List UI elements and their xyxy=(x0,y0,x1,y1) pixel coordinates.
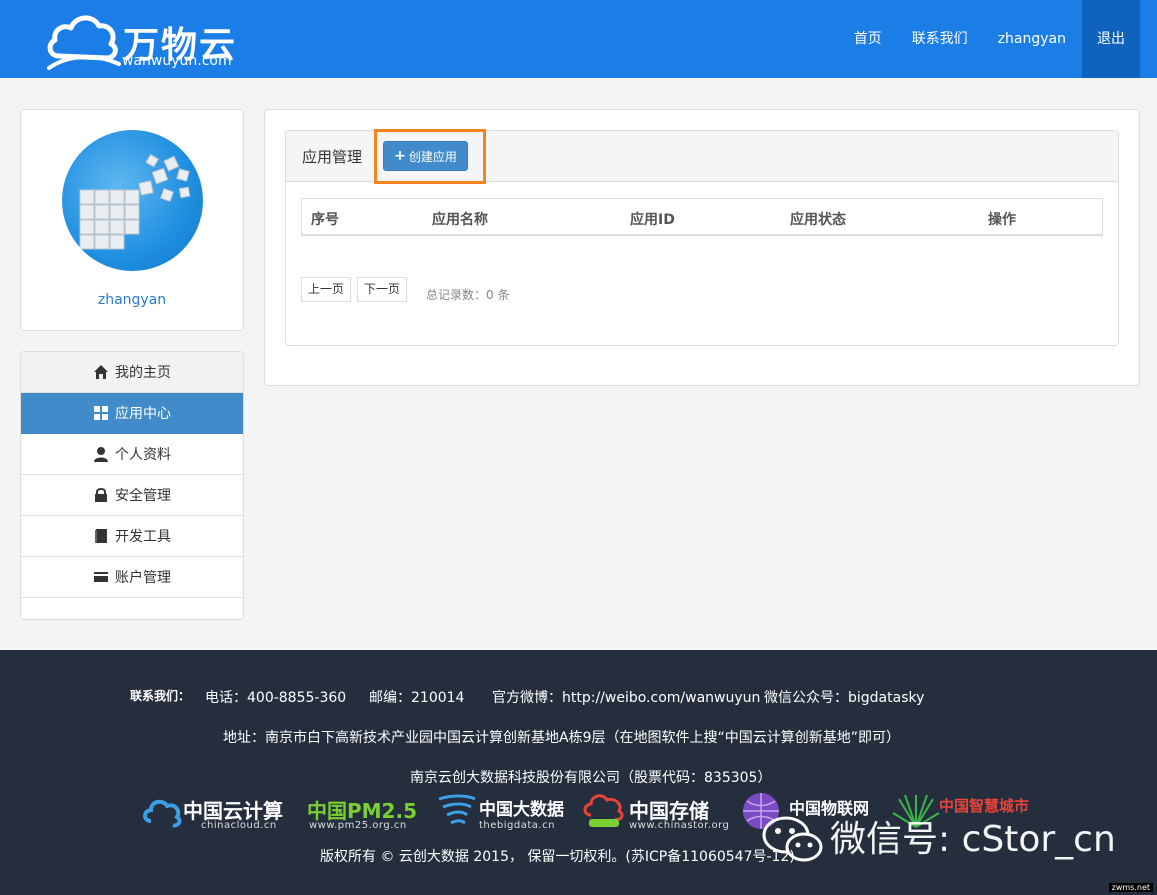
sidebar-item-label: 安全管理 xyxy=(115,488,171,504)
col-index: 序号 xyxy=(311,212,339,228)
apps-table-header: 序号 应用名称 应用ID 应用状态 操作 xyxy=(301,198,1103,236)
footer-company: 南京云创大数据科技股份有限公司（股票代码：835305） xyxy=(410,770,772,786)
nav-user[interactable]: zhangyan xyxy=(983,0,1081,78)
corner-watermark: zwms.net xyxy=(1108,883,1153,892)
cloud-logo-icon xyxy=(47,15,121,70)
panel-title: 应用管理 xyxy=(302,148,363,166)
app-management-panel: 应用管理 + 创建应用 序号 应用名称 应用ID 应用状态 操作 上一页 下一页… xyxy=(285,129,1119,346)
sidebar-item-profile[interactable]: 个人资料 xyxy=(21,434,243,475)
footer-address: 地址：南京市白下高新技术产业园中国云计算创新基地A栋9层（在地图软件上搜“中国云… xyxy=(223,730,900,746)
cloud-icon xyxy=(143,799,182,828)
logo-chinastor[interactable]: 中国存储 www.chinastor.org xyxy=(583,791,733,837)
footer-copyright: 版权所有 © 云创大数据 2015， 保留一切权利。(苏ICP备11060547… xyxy=(320,849,795,865)
logout-button[interactable]: 退出 xyxy=(1082,0,1140,78)
panel-header: 应用管理 + 创建应用 xyxy=(286,129,1118,184)
logo[interactable]: 万物云 wanwuyun.com xyxy=(45,10,245,72)
logo-domain: wanwuyun.com xyxy=(122,53,232,69)
storage-cloud-icon xyxy=(583,794,624,827)
sidebar-item-home[interactable]: 我的主页 xyxy=(21,352,243,393)
logo-bigdata[interactable]: 中国大数据 thebigdata.cn xyxy=(437,791,577,837)
card-icon xyxy=(93,569,109,585)
sidebar-item-label: 我的主页 xyxy=(115,365,171,381)
home-icon xyxy=(93,364,109,380)
user-icon xyxy=(93,446,109,462)
next-page-button[interactable]: 下一页 xyxy=(357,277,407,302)
swirl-icon xyxy=(438,794,476,825)
col-app-status: 应用状态 xyxy=(790,212,846,228)
col-actions: 操作 xyxy=(988,212,1016,228)
wechat-watermark: 微信号: cStor_cn xyxy=(830,819,1116,860)
col-app-name: 应用名称 xyxy=(432,212,488,228)
sidebar-item-dev-tools[interactable]: 开发工具 xyxy=(21,516,243,557)
grid-icon xyxy=(93,405,109,421)
side-menu: 我的主页 应用中心 个人资料 安全管理 开发工具 账户管理 xyxy=(20,351,244,620)
nav-contact[interactable]: 联系我们 xyxy=(897,0,983,78)
sidebar-item-label: 开发工具 xyxy=(115,529,171,545)
profile-username[interactable]: zhangyan xyxy=(21,292,243,308)
footer-contact-label: 联系我们： xyxy=(130,689,191,703)
sidebar-item-app-center[interactable]: 应用中心 xyxy=(21,393,243,434)
footer-zip: 邮编：210014 xyxy=(369,690,465,706)
footer: 联系我们： 电话：400-8855-360 邮编：210014 官方微博：htt… xyxy=(0,650,1157,895)
col-app-id: 应用ID xyxy=(630,212,675,228)
avatar[interactable] xyxy=(62,130,203,271)
total-records: 总记录数：0 条 xyxy=(426,288,510,302)
nav-home[interactable]: 首页 xyxy=(839,0,897,78)
highlight-box xyxy=(374,129,486,184)
top-navbar: 万物云 wanwuyun.com 首页 联系我们 zhangyan 退出 xyxy=(0,0,1157,78)
cubes-icon xyxy=(79,153,191,250)
main-content: 应用管理 + 创建应用 序号 应用名称 应用ID 应用状态 操作 上一页 下一页… xyxy=(264,109,1140,386)
book-icon xyxy=(93,528,109,544)
footer-weibo[interactable]: 官方微博：http://weibo.com/wanwuyun xyxy=(492,687,760,707)
sidebar-item-security[interactable]: 安全管理 xyxy=(21,475,243,516)
logo-pm25[interactable]: 中国PM2.5 www.pm25.org.cn xyxy=(307,791,427,837)
lock-icon xyxy=(93,487,109,503)
prev-page-button[interactable]: 上一页 xyxy=(301,277,351,302)
main-nav: 首页 联系我们 zhangyan 退出 xyxy=(839,0,1140,78)
profile-card: zhangyan xyxy=(20,109,244,331)
footer-phone: 电话：400-8855-360 xyxy=(205,690,347,706)
logo-chinacloud[interactable]: 中国云计算 chinacloud.cn xyxy=(143,791,293,837)
sidebar-item-label: 应用中心 xyxy=(115,406,171,422)
footer-wechat: 微信公众号：bigdatasky xyxy=(764,690,925,706)
sidebar-item-label: 个人资料 xyxy=(115,447,171,463)
sidebar-item-account[interactable]: 账户管理 xyxy=(21,557,243,598)
sidebar-item-label: 账户管理 xyxy=(115,570,171,586)
